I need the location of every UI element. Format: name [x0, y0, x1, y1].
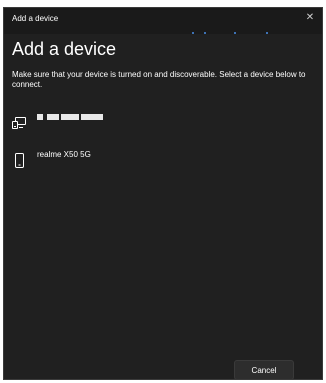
redaction-block — [47, 114, 59, 120]
display-device-icon — [11, 115, 27, 131]
progress-dot — [192, 32, 194, 34]
redaction-block — [81, 114, 103, 120]
progress-dot — [266, 32, 268, 34]
redaction-block — [37, 114, 43, 120]
phone-icon — [11, 152, 27, 168]
window-title: Add a device — [12, 14, 59, 23]
device-list-item[interactable] — [4, 109, 322, 139]
device-name: realme X50 5G — [37, 150, 91, 159]
dialog-footer: Cancel — [4, 350, 322, 379]
redaction-block — [61, 114, 79, 120]
searching-progress-indicator — [182, 32, 272, 36]
redacted-device-name — [37, 114, 103, 120]
close-icon[interactable]: ✕ — [304, 12, 316, 24]
progress-dot — [234, 32, 236, 34]
title-bar: Add a device ✕ — [4, 8, 322, 34]
device-list-item[interactable]: realme X50 5G — [4, 146, 322, 176]
add-device-dialog: Add a device ✕ Add a device Make sure th… — [3, 7, 323, 380]
instructions-text: Make sure that your device is turned on … — [12, 70, 306, 89]
page-heading: Add a device — [12, 39, 117, 59]
cancel-button[interactable]: Cancel — [234, 360, 294, 379]
progress-dot — [204, 32, 206, 34]
